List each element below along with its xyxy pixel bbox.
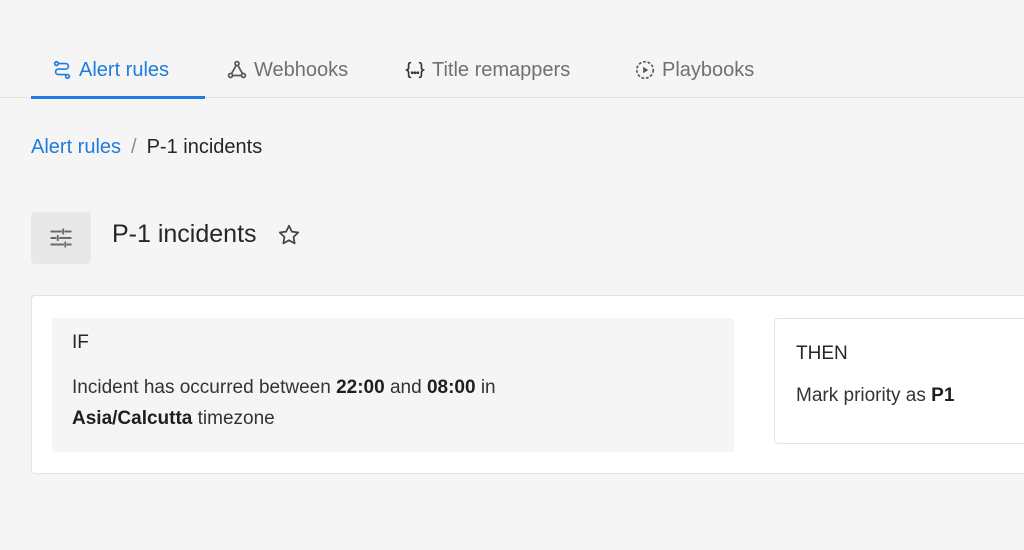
- page-title: P-1 incidents: [112, 220, 257, 248]
- star-icon[interactable]: [276, 222, 302, 248]
- breadcrumb-alert-rules-link[interactable]: Alert rules: [31, 136, 121, 159]
- breadcrumb: Alert rules / P-1 incidents: [31, 136, 262, 159]
- condition-end-time: 08:00: [426, 377, 476, 398]
- page: Alert rules Webhooks Title remappers Pla…: [0, 0, 1024, 550]
- condition-text: Incident has occurred between 22:00 and …: [72, 372, 714, 434]
- action-box: THEN Mark priority as P1: [774, 318, 1024, 444]
- condition-and: and: [384, 377, 427, 398]
- sliders-icon: [50, 228, 72, 248]
- action-heading: THEN: [796, 343, 848, 364]
- condition-box: IF Incident has occurred between 22:00 a…: [52, 318, 734, 452]
- rule-card: IF Incident has occurred between 22:00 a…: [31, 295, 1024, 474]
- condition-suffix: timezone: [192, 408, 275, 429]
- tab-title-remappers[interactable]: Title remappers: [404, 42, 570, 98]
- condition-timezone: Asia/Calcutta: [72, 408, 193, 429]
- tab-label: Playbooks: [662, 58, 755, 81]
- breadcrumb-separator: /: [131, 136, 137, 158]
- rule-icon-box: [31, 212, 91, 264]
- action-text: Mark priority as P1: [796, 385, 1024, 407]
- action-priority: P1: [931, 385, 955, 406]
- condition-start-time: 22:00: [336, 377, 385, 398]
- condition-heading: IF: [72, 332, 89, 353]
- action-prefix: Mark priority as: [796, 385, 932, 406]
- condition-prefix: Incident has occurred between: [72, 377, 337, 398]
- tab-alert-rules[interactable]: Alert rules: [31, 42, 205, 99]
- tab-playbooks[interactable]: Playbooks: [634, 42, 754, 98]
- condition-in: in: [475, 377, 496, 398]
- breadcrumb-current: P-1 incidents: [146, 136, 263, 158]
- route-icon: [53, 60, 71, 80]
- play-circle-icon: [635, 60, 655, 80]
- tab-label: Webhooks: [254, 58, 349, 81]
- webhook-icon: [227, 60, 247, 79]
- tab-label: Alert rules: [79, 58, 170, 81]
- braces-icon: [404, 61, 426, 79]
- tab-label: Title remappers: [432, 58, 571, 81]
- tab-webhooks[interactable]: Webhooks: [226, 42, 348, 98]
- tab-bar: Alert rules Webhooks Title remappers Pla…: [0, 42, 1024, 99]
